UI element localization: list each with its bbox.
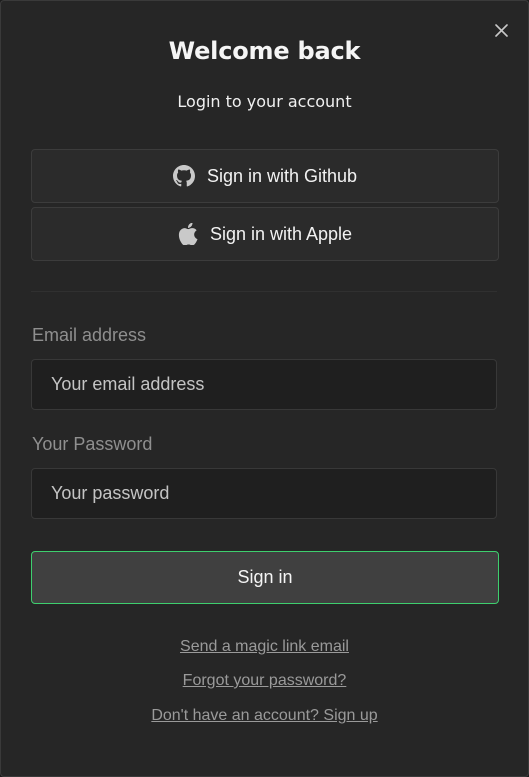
close-icon: [494, 23, 508, 37]
github-icon: [172, 165, 195, 187]
email-label: Email address: [32, 325, 147, 345]
apple-icon: [178, 223, 198, 245]
divider: [31, 291, 497, 292]
sign-in-with-apple-button[interactable]: Sign in with Apple: [31, 207, 499, 261]
password-field[interactable]: [31, 468, 497, 519]
sign-up-link[interactable]: Don't have an account? Sign up: [1, 707, 528, 725]
github-button-label: Sign in with Github: [206, 165, 358, 186]
email-field[interactable]: [31, 359, 497, 410]
forgot-password-link[interactable]: Forgot your password?: [1, 672, 528, 690]
apple-button-label: Sign in with Apple: [209, 223, 353, 244]
login-dialog: Welcome back Login to your account Sign …: [0, 0, 529, 777]
dialog-title: Welcome back: [168, 37, 361, 65]
password-label: Your Password: [32, 434, 153, 454]
sign-in-button[interactable]: Sign in: [31, 551, 499, 604]
sign-in-with-github-button[interactable]: Sign in with Github: [31, 149, 499, 203]
dialog-subtitle: Login to your account: [177, 92, 352, 111]
magic-link-email-link[interactable]: Send a magic link email: [1, 638, 528, 656]
